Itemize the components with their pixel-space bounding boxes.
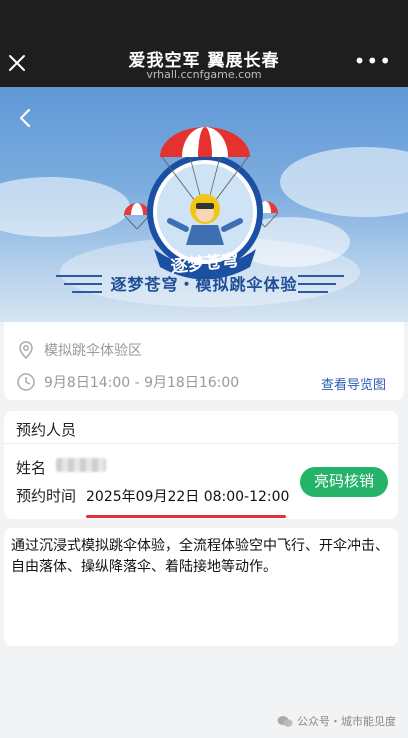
- event-time-range: 9月8日14:00 - 9月18日16:00: [44, 375, 240, 391]
- event-description: 通过沉浸式模拟跳伞体验，全流程体验空中飞行、开伞冲击、自由落体、操纵降落伞、着陆…: [11, 538, 389, 575]
- booking-time-value: 2025年09月22日 08:00-12:00: [86, 489, 290, 505]
- back-arrow-icon[interactable]: [16, 107, 34, 129]
- description-card: 通过沉浸式模拟跳伞体验，全流程体验空中飞行、开伞冲击、自由落体、操纵降落伞、着陆…: [4, 528, 398, 646]
- divider: [4, 443, 398, 444]
- name-value-redacted: [56, 458, 106, 472]
- slogan-area: 逐梦苍穹・模拟跳伞体验: [0, 267, 408, 299]
- skydiving-logo: 逐梦苍穹: [147, 127, 263, 280]
- footer-watermark: 公众号・城市能见度: [277, 713, 396, 729]
- event-banner: 逐梦苍穹 逐梦苍穹・模拟跳伞体验: [0, 87, 408, 322]
- clock-icon: [17, 373, 35, 391]
- event-info-card: 模拟跳伞体验区 9月8日14:00 - 9月18日16:00 查看导览图: [4, 322, 404, 400]
- banner-slogan: 逐梦苍穹・模拟跳伞体验: [110, 275, 298, 294]
- time-highlight-underline: [86, 515, 286, 518]
- time-row: 9月8日14:00 - 9月18日16:00: [16, 372, 239, 392]
- location-row: 模拟跳伞体验区: [16, 340, 142, 360]
- browser-topbar: 爱我空军 翼展长春 vrhall.ccnfgame.com •••: [0, 0, 408, 87]
- show-code-verify-button[interactable]: 亮码核销: [300, 467, 388, 497]
- footer-text: 公众号・城市能见度: [297, 715, 396, 728]
- wechat-icon: [277, 715, 293, 727]
- booking-header: 预约人员: [16, 421, 77, 439]
- page-url: vrhall.ccnfgame.com: [146, 68, 262, 81]
- event-location: 模拟跳伞体验区: [44, 343, 142, 359]
- view-guide-map-link[interactable]: 查看导览图: [321, 374, 386, 393]
- location-pin-icon: [19, 341, 33, 360]
- booking-time-label: 预约时间: [16, 487, 77, 505]
- booking-card: 预约人员 姓名 预约时间 2025年09月22日 08:00-12:00 亮码核…: [4, 411, 398, 519]
- more-options-icon[interactable]: •••: [354, 51, 392, 71]
- name-label: 姓名: [16, 459, 47, 477]
